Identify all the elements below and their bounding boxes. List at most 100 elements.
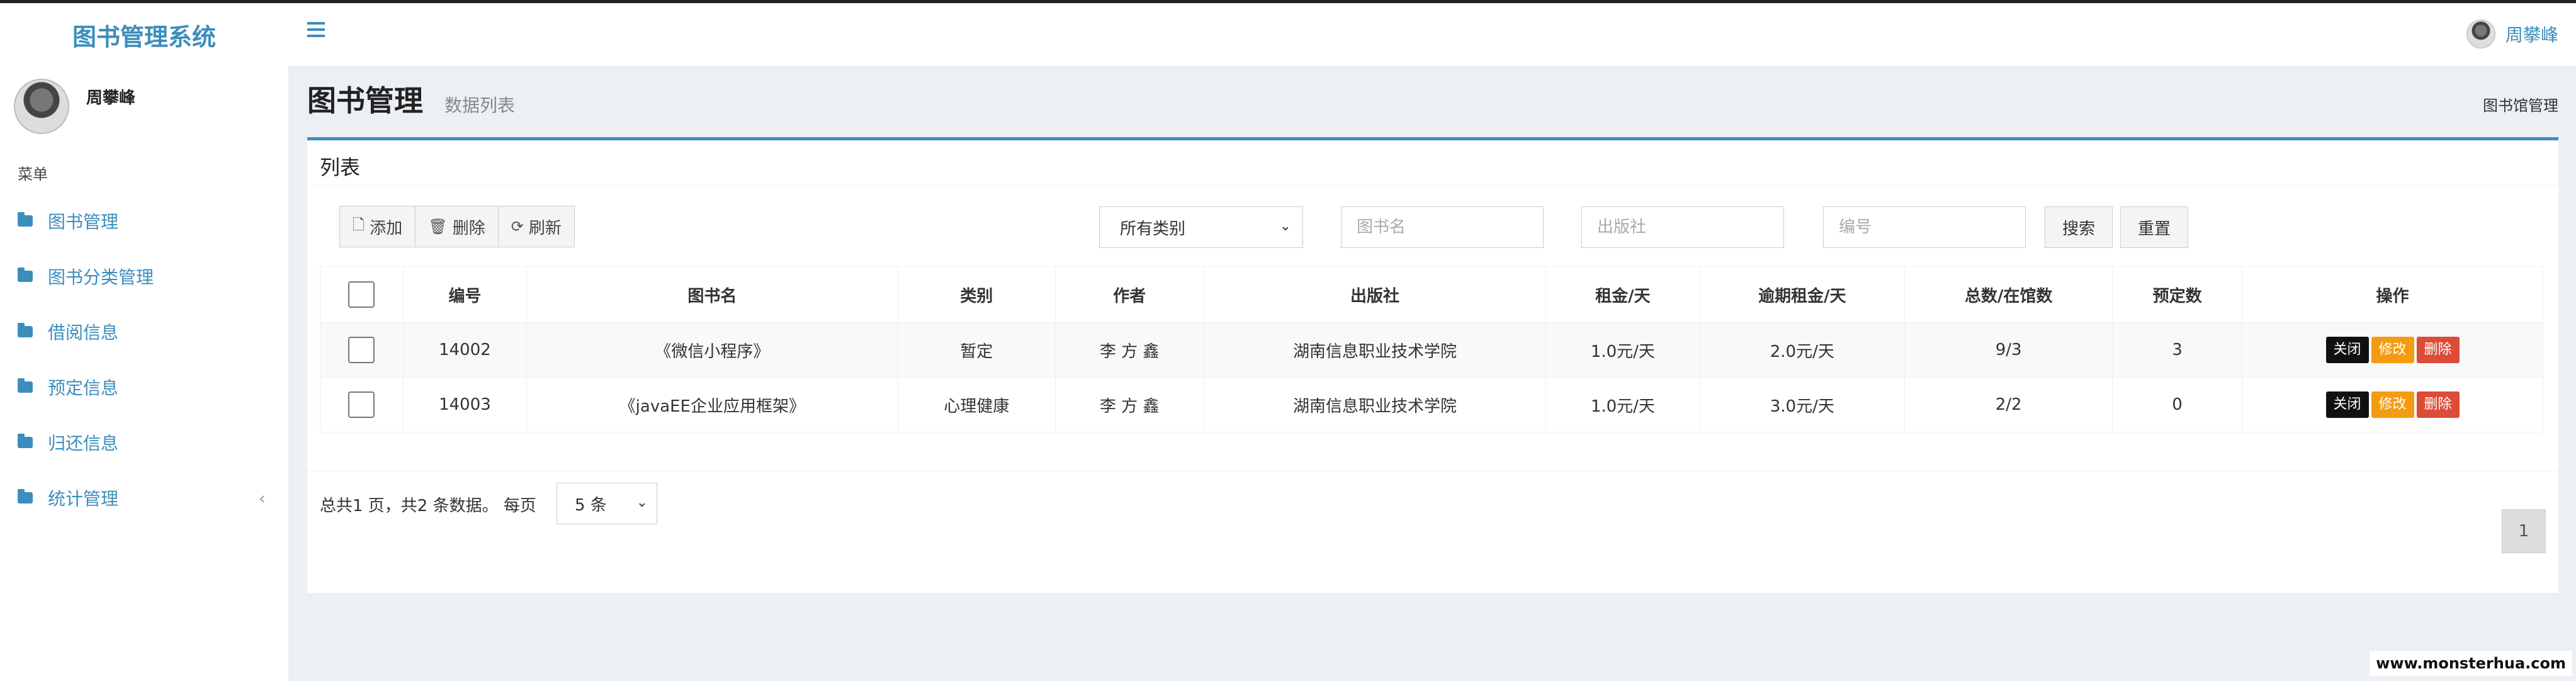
- refresh-button[interactable]: ⟳ 刷新: [497, 206, 575, 247]
- folder-icon: [18, 212, 33, 227]
- column-header[interactable]: 逾期租金/天: [1699, 266, 1906, 323]
- top-header: 周攀峰: [288, 3, 2576, 67]
- cell-stock: 2/2: [1904, 377, 2113, 432]
- row-select-cell: [320, 377, 404, 432]
- column-header[interactable]: 类别: [897, 266, 1056, 323]
- chevron-down-icon: ⌄: [1279, 218, 1291, 234]
- cell-stock: 9/3: [1904, 322, 2113, 378]
- page-subtitle: 数据列表: [444, 95, 516, 116]
- page-size-value: 5 条: [575, 495, 607, 515]
- edit-button[interactable]: 修改: [2371, 391, 2414, 418]
- folder-icon: [18, 489, 33, 504]
- delete-button-label: 删除: [452, 218, 485, 238]
- page-number-button[interactable]: 1: [2502, 509, 2546, 553]
- sidebar-menu: 图书管理 图书分类管理 借阅信息 预定信息 归还信息 统计管理 ‹: [0, 193, 288, 526]
- add-button-label: 添加: [370, 218, 403, 238]
- column-header[interactable]: 出版社: [1203, 266, 1547, 323]
- sidebar-item-label: 归还信息: [48, 433, 119, 454]
- cell-publisher: 湖南信息职业技术学院: [1203, 377, 1547, 432]
- cell-overdue-rent: 2.0元/天: [1699, 322, 1906, 378]
- file-icon: 🗋: [353, 215, 365, 234]
- search-button[interactable]: 搜索: [2045, 206, 2113, 248]
- book-name-input[interactable]: [1341, 206, 1544, 248]
- number-input[interactable]: [1823, 206, 2026, 248]
- sidebar-item-borrow-info[interactable]: 借阅信息: [0, 304, 288, 359]
- category-select-value: 所有类别: [1120, 219, 1186, 239]
- cell-id: 14002: [402, 322, 527, 378]
- category-select[interactable]: 所有类别 ⌄: [1099, 206, 1303, 248]
- pager-summary: 总共1 页，共2 条数据。 每页: [320, 497, 536, 515]
- column-header[interactable]: 作者: [1054, 266, 1204, 323]
- sidebar-item-book-management[interactable]: 图书管理: [0, 193, 288, 249]
- cell-author: 李 方 鑫: [1054, 322, 1204, 378]
- row-checkbox[interactable]: [348, 337, 375, 363]
- delete-button[interactable]: 🗑 删除: [415, 206, 499, 247]
- select-all-checkbox[interactable]: [348, 281, 375, 308]
- row-checkbox[interactable]: [348, 391, 375, 418]
- cell-reserved: 0: [2112, 377, 2243, 432]
- row-delete-button[interactable]: 删除: [2416, 391, 2460, 418]
- add-button[interactable]: 🗋 添加: [339, 206, 416, 247]
- table-row: 14003 《javaEE企业应用框架》 心理健康 李 方 鑫 湖南信息职业技术…: [320, 377, 2543, 432]
- sidebar-item-reservation-info[interactable]: 预定信息: [0, 359, 288, 415]
- menu-header: 菜单: [18, 166, 48, 183]
- reset-button[interactable]: 重置: [2120, 206, 2188, 248]
- edit-button[interactable]: 修改: [2371, 337, 2414, 363]
- box-title: 列表: [320, 155, 361, 179]
- avatar: [14, 79, 69, 134]
- cell-reserved: 3: [2112, 322, 2243, 378]
- sidebar-item-label: 图书分类管理: [48, 267, 154, 288]
- column-header[interactable]: 编号: [402, 266, 527, 323]
- user-name: 周攀峰: [86, 89, 136, 108]
- watermark: www.monsterhua.com: [2370, 651, 2572, 676]
- sidebar-item-label: 借阅信息: [48, 322, 119, 343]
- sidebar: 图书管理系统 周攀峰 菜单 图书管理 图书分类管理 借阅信息 预定信息 归还信息…: [0, 3, 288, 681]
- sidebar-item-label: 统计管理: [48, 488, 119, 509]
- chevron-left-icon[interactable]: ‹: [259, 488, 266, 509]
- refresh-icon: ⟳: [511, 218, 524, 235]
- folder-icon: [18, 267, 33, 282]
- top-user-name: 周攀峰: [2505, 25, 2558, 45]
- list-box: 列表 🗋 添加 🗑 删除 ⟳ 刷新 所有类别 ⌄ 搜索 重置: [307, 137, 2558, 593]
- close-button[interactable]: 关闭: [2325, 391, 2369, 418]
- sidebar-item-return-info[interactable]: 归还信息: [0, 415, 288, 470]
- folder-icon: [18, 378, 33, 393]
- sidebar-item-label: 预定信息: [48, 378, 119, 398]
- cell-category: 心理健康: [897, 377, 1056, 432]
- column-header[interactable]: 图书名: [526, 266, 898, 323]
- column-header[interactable]: 预定数: [2112, 266, 2243, 323]
- refresh-button-label: 刷新: [528, 218, 562, 238]
- hamburger-icon[interactable]: [307, 22, 325, 37]
- cell-id: 14003: [402, 377, 527, 432]
- breadcrumb[interactable]: 图书馆管理: [2483, 93, 2558, 115]
- row-delete-button[interactable]: 删除: [2416, 337, 2460, 363]
- books-table: 编号 图书名 类别 作者 出版社 租金/天 逾期租金/天 总数/在馆数 预定数 …: [320, 266, 2543, 432]
- sidebar-item-category-management[interactable]: 图书分类管理: [0, 249, 288, 304]
- cell-name: 《javaEE企业应用框架》: [526, 377, 898, 432]
- trash-icon: 🗑: [428, 218, 448, 235]
- row-select-cell: [320, 322, 404, 378]
- column-header[interactable]: 总数/在馆数: [1904, 266, 2113, 323]
- top-user-menu[interactable]: 周攀峰: [2466, 20, 2558, 48]
- folder-icon: [18, 323, 33, 337]
- cell-actions: 关闭 修改 删除: [2242, 377, 2543, 432]
- cell-category: 暂定: [897, 322, 1056, 378]
- page-title: 图书管理: [307, 84, 423, 118]
- cell-author: 李 方 鑫: [1054, 377, 1204, 432]
- sidebar-item-label: 图书管理: [48, 211, 119, 232]
- app-logo[interactable]: 图书管理系统: [0, 3, 288, 66]
- publisher-input[interactable]: [1581, 206, 1784, 248]
- table-row: 14002 《微信小程序》 暂定 李 方 鑫 湖南信息职业技术学院 1.0元/天…: [320, 322, 2543, 378]
- cell-rent: 1.0元/天: [1545, 322, 1700, 378]
- cell-overdue-rent: 3.0元/天: [1699, 377, 1906, 432]
- chevron-down-icon: ⌄: [636, 495, 648, 510]
- column-header[interactable]: 租金/天: [1545, 266, 1700, 323]
- sidebar-item-statistics[interactable]: 统计管理 ‹: [0, 470, 288, 526]
- cell-publisher: 湖南信息职业技术学院: [1203, 322, 1547, 378]
- page-size-select[interactable]: 5 条 ⌄: [556, 483, 657, 524]
- close-button[interactable]: 关闭: [2325, 337, 2369, 363]
- avatar: [2466, 20, 2495, 48]
- column-header: 操作: [2242, 266, 2543, 323]
- cell-actions: 关闭 修改 删除: [2242, 322, 2543, 378]
- table-header-row: 编号 图书名 类别 作者 出版社 租金/天 逾期租金/天 总数/在馆数 预定数 …: [320, 266, 2543, 323]
